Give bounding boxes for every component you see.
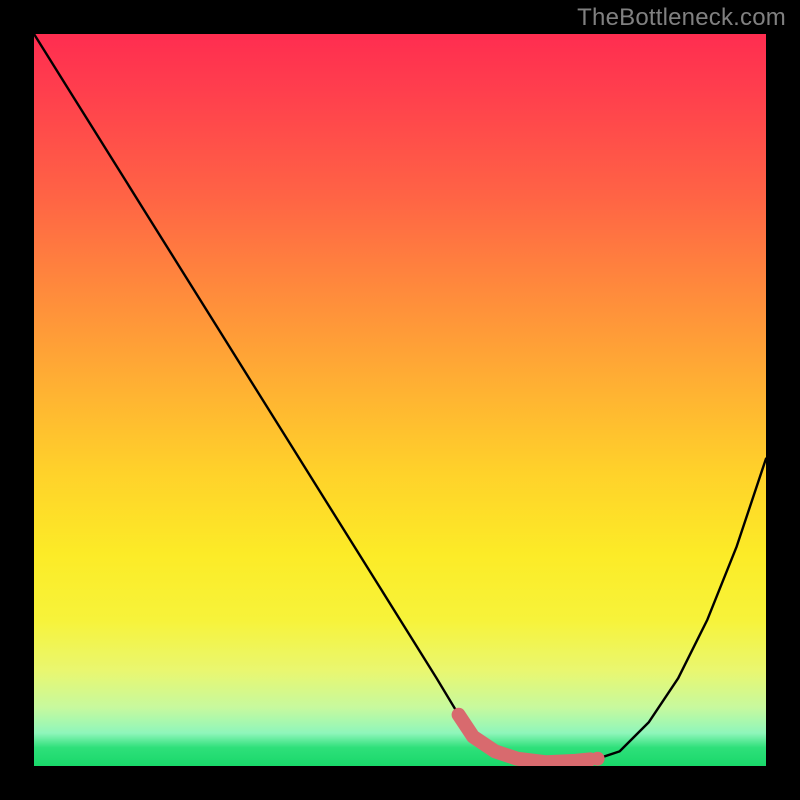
chart-container: TheBottleneck.com	[0, 0, 800, 800]
highlight-dot	[591, 752, 605, 766]
bottleneck-curve	[34, 34, 766, 762]
highlight-band	[459, 715, 591, 763]
chart-svg	[34, 34, 766, 766]
watermark-text: TheBottleneck.com	[577, 4, 786, 32]
